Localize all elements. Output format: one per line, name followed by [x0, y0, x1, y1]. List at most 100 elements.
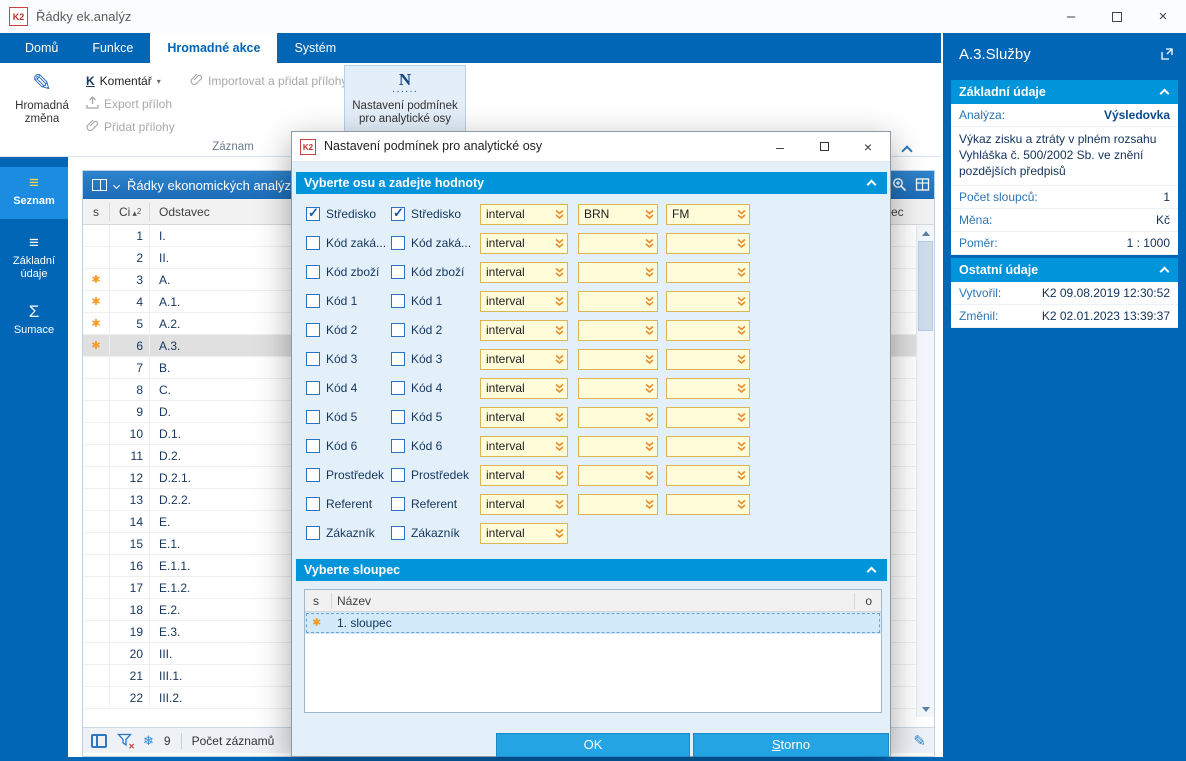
open-in-window-icon[interactable]	[1160, 47, 1174, 61]
import-attachments-button[interactable]: Importovat a přidat přílohy	[190, 71, 347, 91]
comment-button[interactable]: K Komentář ▾	[86, 71, 161, 91]
column-separator[interactable]	[149, 203, 150, 221]
dropdown-arrow-icon[interactable]	[554, 295, 565, 308]
operator-dropdown[interactable]: interval	[480, 378, 568, 399]
storno-button[interactable]: Storno	[693, 733, 889, 757]
column-section-header[interactable]: Vyberte sloupec	[296, 559, 887, 581]
scrollbar-thumb[interactable]	[918, 241, 933, 331]
axis-checkbox-left[interactable]	[306, 352, 320, 366]
ribbon-tab-hromadne-akce[interactable]: Hromadné akce	[150, 33, 278, 63]
axis-checkbox-left[interactable]	[306, 294, 320, 308]
value-to-dropdown[interactable]	[666, 291, 750, 312]
dialog-maximize-button[interactable]	[802, 132, 846, 161]
operator-dropdown[interactable]: interval	[480, 233, 568, 254]
axis-checkbox-right[interactable]	[391, 205, 405, 221]
axis-checkbox-right[interactable]	[391, 352, 405, 366]
edit-pencil-icon[interactable]: ✎	[913, 732, 926, 750]
chevron-up-icon[interactable]	[1159, 88, 1170, 99]
axis-checkbox-right[interactable]	[391, 265, 405, 279]
dropdown-arrow-icon[interactable]	[736, 411, 747, 424]
axis-checkbox-left[interactable]	[306, 205, 320, 221]
dropdown-arrow-icon[interactable]	[554, 498, 565, 511]
value-from-dropdown[interactable]	[578, 494, 658, 515]
chevron-up-icon[interactable]	[1159, 266, 1170, 277]
dropdown-arrow-icon[interactable]	[554, 527, 565, 540]
dropdown-arrow-icon[interactable]	[554, 208, 565, 221]
dropdown-arrow-icon[interactable]	[644, 353, 655, 366]
operator-dropdown[interactable]: interval	[480, 523, 568, 544]
value-to-dropdown[interactable]	[666, 436, 750, 457]
dropdown-arrow-icon[interactable]	[554, 353, 565, 366]
axis-checkbox-right[interactable]	[391, 236, 405, 250]
ribbon-collapse-button[interactable]	[901, 144, 913, 158]
axis-checkbox-left[interactable]	[306, 439, 320, 453]
scroll-up-button[interactable]	[917, 225, 934, 241]
axis-checkbox-right[interactable]	[391, 439, 405, 453]
chevron-up-icon[interactable]	[866, 179, 877, 190]
close-button[interactable]: ×	[1140, 0, 1186, 33]
dropdown-arrow-icon[interactable]	[554, 469, 565, 482]
dialog-close-button[interactable]: ×	[846, 132, 890, 161]
axis-checkbox-left[interactable]	[306, 236, 320, 250]
operator-dropdown[interactable]: interval	[480, 494, 568, 515]
axis-checkbox-left[interactable]	[306, 323, 320, 337]
column-table-header-s[interactable]: s	[313, 590, 319, 612]
value-from-dropdown[interactable]	[578, 320, 658, 341]
filter-icon[interactable]: ✕	[117, 733, 135, 751]
dialog-minimize-button[interactable]: –	[758, 132, 802, 161]
columns-view-icon[interactable]	[91, 733, 107, 748]
value-from-dropdown[interactable]	[578, 465, 658, 486]
column-separator[interactable]	[109, 203, 110, 221]
dropdown-arrow-icon[interactable]	[554, 411, 565, 424]
axis-checkbox-left[interactable]	[306, 410, 320, 424]
column-table-header-name[interactable]: Název	[337, 590, 371, 612]
operator-dropdown[interactable]: interval	[480, 320, 568, 341]
dropdown-arrow-icon[interactable]	[554, 237, 565, 250]
maximize-button[interactable]	[1094, 0, 1140, 33]
axis-checkbox-left[interactable]	[306, 497, 320, 511]
value-to-dropdown[interactable]	[666, 465, 750, 486]
ribbon-tab-system[interactable]: Systém	[277, 33, 353, 63]
column-header-partial[interactable]: ec	[891, 199, 904, 225]
sidebar-item-sumace[interactable]: Σ Sumace	[0, 296, 68, 348]
axis-checkbox-right[interactable]	[391, 294, 405, 308]
value-to-dropdown[interactable]: FM	[666, 204, 750, 225]
value-from-dropdown[interactable]	[578, 349, 658, 370]
axis-checkbox-right[interactable]	[391, 381, 405, 395]
operator-dropdown[interactable]: interval	[480, 291, 568, 312]
book-columns-icon[interactable]	[92, 179, 107, 191]
axis-checkbox-right[interactable]	[391, 526, 405, 540]
column-header-odstavec[interactable]: Odstavec	[159, 199, 210, 225]
detail-card-header[interactable]: Ostatní údaje	[951, 258, 1178, 282]
dropdown-arrow-icon[interactable]	[644, 237, 655, 250]
axes-section-header[interactable]: Vyberte osu a zadejte hodnoty	[296, 172, 887, 194]
value-to-dropdown[interactable]	[666, 233, 750, 254]
axis-checkbox-right[interactable]	[391, 497, 405, 511]
dropdown-arrow-icon[interactable]	[736, 295, 747, 308]
column-table-header-o[interactable]: o	[865, 590, 872, 612]
chevron-down-icon[interactable]	[112, 181, 121, 189]
column-row[interactable]: ✱ 1. sloupec	[305, 612, 881, 634]
dropdown-arrow-icon[interactable]	[644, 498, 655, 511]
add-attachments-button[interactable]: Přidat přílohy	[86, 117, 175, 137]
ribbon-tab-funkce[interactable]: Funkce	[75, 33, 150, 63]
dropdown-arrow-icon[interactable]	[736, 324, 747, 337]
value-to-dropdown[interactable]	[666, 320, 750, 341]
axis-checkbox-left[interactable]	[306, 265, 320, 279]
value-to-dropdown[interactable]	[666, 407, 750, 428]
value-from-dropdown[interactable]: BRN	[578, 204, 658, 225]
value-from-dropdown[interactable]	[578, 378, 658, 399]
dropdown-arrow-icon[interactable]	[736, 237, 747, 250]
dropdown-arrow-icon[interactable]	[736, 208, 747, 221]
bulk-change-button[interactable]: ✎ Hromadná změna	[8, 68, 76, 136]
operator-dropdown[interactable]: interval	[480, 262, 568, 283]
dropdown-arrow-icon[interactable]	[644, 208, 655, 221]
value-from-dropdown[interactable]	[578, 233, 658, 254]
dropdown-arrow-icon[interactable]	[554, 440, 565, 453]
dropdown-arrow-icon[interactable]	[736, 382, 747, 395]
value-to-dropdown[interactable]	[666, 378, 750, 399]
operator-dropdown[interactable]: interval	[480, 349, 568, 370]
ok-button[interactable]: OK	[496, 733, 690, 757]
axis-checkbox-right[interactable]	[391, 410, 405, 424]
detail-card-header[interactable]: Základní údaje	[951, 80, 1178, 104]
